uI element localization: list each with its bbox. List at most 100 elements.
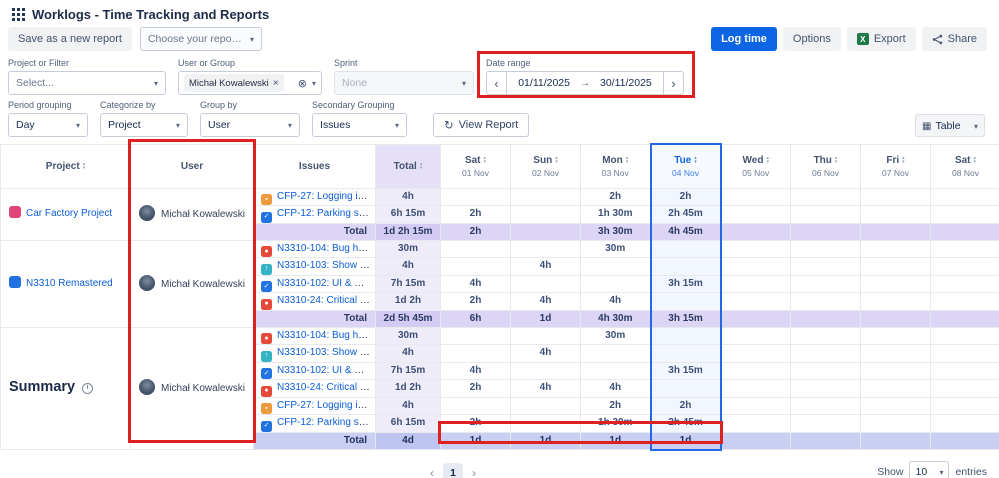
day-cell[interactable]: 1h 30m (580, 414, 651, 433)
date-range-input[interactable]: 01/11/2025 30/11/2025 (506, 71, 664, 95)
day-cell[interactable]: 2h 45m (649, 414, 722, 433)
day-cell[interactable] (720, 326, 791, 345)
day-cell[interactable] (790, 257, 861, 276)
day-cell[interactable] (860, 205, 931, 224)
day-cell[interactable] (860, 257, 931, 276)
day-cell[interactable] (649, 379, 722, 398)
day-cell[interactable] (649, 344, 722, 363)
day-cell[interactable] (510, 239, 581, 258)
day-cell[interactable] (860, 379, 931, 398)
day-cell[interactable] (580, 361, 651, 380)
day-cell[interactable] (790, 205, 861, 224)
issue-link[interactable]: CFP-12: Parking syste... (277, 208, 375, 219)
categorize-by-select[interactable]: Project (100, 113, 188, 137)
period-grouping-select[interactable]: Day (8, 113, 88, 137)
day-cell[interactable]: 30m (580, 239, 651, 258)
day-cell[interactable] (790, 187, 861, 206)
column-header-mon-03-nov[interactable]: Mon ▴ ▾ 03 Nov (580, 143, 651, 189)
day-cell[interactable] (860, 396, 931, 415)
day-cell[interactable] (510, 205, 581, 224)
page-size-select[interactable]: 10 (909, 460, 950, 478)
day-cell[interactable] (649, 239, 722, 258)
day-cell[interactable] (720, 414, 791, 433)
day-cell[interactable] (580, 344, 651, 363)
column-header-thu-06-nov[interactable]: Thu ▴ ▾ 06 Nov (790, 143, 861, 189)
issue-link[interactable]: N3310-103: Show the i... (277, 347, 375, 358)
options-button[interactable]: Options (782, 27, 841, 51)
user-filter-select[interactable]: Michał Kowalewski (178, 71, 322, 95)
group-by-select[interactable]: User (200, 113, 300, 137)
day-cell[interactable] (790, 379, 861, 398)
day-cell[interactable] (440, 257, 511, 276)
prev-page-button[interactable]: ‹ (430, 466, 434, 478)
day-cell[interactable] (860, 326, 931, 345)
day-cell[interactable] (930, 187, 999, 206)
project-link[interactable]: Car Factory Project (26, 208, 112, 219)
project-link[interactable]: N3310 Remastered (26, 278, 113, 289)
view-report-button[interactable]: View Report (433, 113, 530, 137)
day-cell[interactable] (930, 361, 999, 380)
view-mode-select[interactable]: Table (915, 114, 985, 137)
column-header-wed-05-nov[interactable]: Wed ▴ ▾ 05 Nov (720, 143, 791, 189)
day-cell[interactable] (790, 292, 861, 311)
day-cell[interactable]: 4h (580, 379, 651, 398)
day-cell[interactable] (720, 274, 791, 293)
issue-link[interactable]: N3310-24: Critical Bug (277, 382, 375, 393)
log-time-button[interactable]: Log time (711, 27, 777, 51)
info-icon[interactable] (82, 382, 94, 394)
sprint-filter-select[interactable]: None (334, 71, 474, 95)
issue-link[interactable]: N3310-103: Show the i... (277, 260, 375, 271)
day-cell[interactable] (720, 379, 791, 398)
project-filter-select[interactable]: Select... (8, 71, 166, 95)
day-cell[interactable] (930, 396, 999, 415)
day-cell[interactable] (860, 344, 931, 363)
day-cell[interactable] (930, 205, 999, 224)
day-cell[interactable] (720, 239, 791, 258)
day-cell[interactable] (930, 257, 999, 276)
day-cell[interactable] (930, 239, 999, 258)
column-header-project[interactable]: Project ▴ ▾ (0, 143, 131, 189)
issue-link[interactable]: N3310-24: Critical Bug (277, 295, 375, 306)
day-cell[interactable] (510, 326, 581, 345)
issue-link[interactable]: N3310-102: UI & UX I... (277, 365, 375, 376)
day-cell[interactable] (720, 344, 791, 363)
current-page-button[interactable]: 1 (443, 462, 463, 478)
day-cell[interactable] (720, 292, 791, 311)
day-cell[interactable] (860, 274, 931, 293)
day-cell[interactable] (790, 274, 861, 293)
day-cell[interactable]: 2h (440, 205, 511, 224)
export-button[interactable]: Export (846, 27, 916, 51)
day-cell[interactable]: 2h (580, 396, 651, 415)
day-cell[interactable] (790, 239, 861, 258)
day-cell[interactable] (510, 414, 581, 433)
remove-user-icon[interactable] (273, 78, 279, 89)
column-header-sun-02-nov[interactable]: Sun ▴ ▾ 02 Nov (510, 143, 581, 189)
day-cell[interactable] (930, 274, 999, 293)
day-cell[interactable] (649, 326, 722, 345)
day-cell[interactable] (930, 326, 999, 345)
issue-link[interactable]: CFP-27: Logging into c... (277, 191, 375, 202)
issue-link[interactable]: N3310-102: UI & UX I... (277, 278, 375, 289)
day-cell[interactable] (720, 257, 791, 276)
day-cell[interactable] (440, 326, 511, 345)
day-cell[interactable]: 2h (649, 396, 722, 415)
day-cell[interactable] (510, 361, 581, 380)
day-cell[interactable] (440, 344, 511, 363)
day-cell[interactable] (510, 396, 581, 415)
day-cell[interactable] (440, 187, 511, 206)
day-cell[interactable]: 4h (510, 344, 581, 363)
column-header-fri-07-nov[interactable]: Fri ▴ ▾ 07 Nov (860, 143, 931, 189)
report-select[interactable]: Choose your report... (139, 27, 262, 51)
day-cell[interactable]: 2h (649, 187, 722, 206)
day-cell[interactable] (930, 414, 999, 433)
date-next-button[interactable] (664, 71, 684, 95)
save-report-button[interactable]: Save as a new report (8, 27, 132, 51)
date-prev-button[interactable] (486, 71, 506, 95)
day-cell[interactable] (860, 414, 931, 433)
day-cell[interactable]: 2h (440, 292, 511, 311)
next-page-button[interactable]: › (472, 466, 476, 478)
day-cell[interactable]: 3h 15m (649, 274, 722, 293)
day-cell[interactable] (720, 361, 791, 380)
day-cell[interactable] (649, 257, 722, 276)
issue-link[interactable]: CFP-12: Parking syste... (277, 417, 375, 428)
